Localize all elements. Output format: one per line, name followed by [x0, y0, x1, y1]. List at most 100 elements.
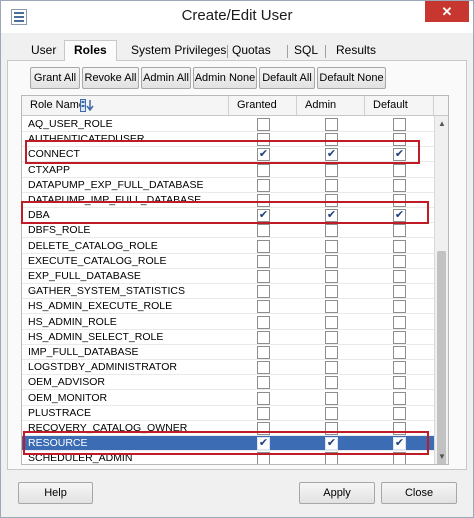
vertical-scrollbar[interactable]: ▲ ▼ — [434, 116, 448, 464]
default-checkbox[interactable] — [393, 346, 406, 359]
default-checkbox[interactable] — [393, 224, 406, 238]
tab-user[interactable]: User — [31, 43, 56, 60]
default-checkbox[interactable] — [393, 163, 406, 177]
tab-roles[interactable]: Roles — [64, 40, 117, 61]
admin-checkbox[interactable] — [325, 178, 338, 192]
scroll-up-arrow-icon[interactable]: ▲ — [435, 116, 448, 131]
admin-checkbox[interactable] — [325, 315, 338, 329]
granted-checkbox[interactable] — [257, 285, 270, 299]
admin-checkbox[interactable] — [325, 391, 338, 405]
admin-checkbox[interactable] — [325, 452, 338, 464]
granted-checkbox[interactable] — [257, 300, 270, 314]
admin-none-button[interactable]: Admin None — [193, 67, 257, 89]
grant-all-button[interactable]: Grant All — [30, 67, 80, 89]
admin-checkbox[interactable]: ✔ — [325, 148, 338, 162]
tab-results[interactable]: Results — [336, 43, 376, 60]
default-checkbox[interactable] — [393, 422, 406, 435]
admin-checkbox[interactable] — [325, 224, 338, 238]
default-checkbox[interactable] — [393, 361, 406, 375]
table-row[interactable]: OEM_ADVISOR — [22, 375, 434, 391]
table-row[interactable]: CTXAPP — [22, 163, 434, 178]
granted-checkbox[interactable] — [257, 178, 270, 192]
table-row[interactable]: GATHER_SYSTEM_STATISTICS — [22, 284, 434, 300]
window-close-button[interactable]: ✕ — [425, 1, 469, 22]
table-row[interactable]: HS_ADMIN_EXECUTE_ROLE — [22, 299, 434, 315]
admin-checkbox[interactable] — [325, 300, 338, 314]
granted-checkbox[interactable]: ✔ — [257, 437, 270, 451]
granted-checkbox[interactable] — [257, 406, 270, 420]
tab-system-privileges[interactable]: System Privileges — [131, 43, 226, 60]
admin-checkbox[interactable] — [325, 330, 338, 344]
table-row[interactable]: HS_ADMIN_SELECT_ROLE — [22, 330, 434, 345]
granted-checkbox[interactable]: ✔ — [257, 148, 270, 162]
default-checkbox[interactable] — [393, 285, 406, 299]
default-all-button[interactable]: Default All — [259, 67, 315, 89]
default-checkbox[interactable] — [393, 178, 406, 192]
granted-checkbox[interactable] — [257, 361, 270, 375]
admin-checkbox[interactable] — [325, 270, 338, 283]
granted-checkbox[interactable] — [257, 346, 270, 359]
help-button[interactable]: Help — [18, 482, 93, 504]
admin-checkbox[interactable] — [325, 422, 338, 435]
sort-icon[interactable] — [80, 99, 94, 112]
table-row[interactable]: OEM_MONITOR — [22, 391, 434, 406]
admin-checkbox[interactable] — [325, 133, 338, 147]
granted-checkbox[interactable] — [257, 270, 270, 283]
admin-checkbox[interactable] — [325, 376, 338, 390]
granted-checkbox[interactable]: ✔ — [257, 209, 270, 223]
default-checkbox[interactable] — [393, 315, 406, 329]
scrollbar-thumb[interactable] — [437, 251, 446, 464]
table-row[interactable]: RECOVERY_CATALOG_OWNER — [22, 421, 434, 436]
revoke-all-button[interactable]: Revoke All — [82, 67, 139, 89]
granted-checkbox[interactable] — [257, 239, 270, 253]
default-checkbox[interactable]: ✔ — [393, 437, 406, 451]
granted-checkbox[interactable] — [257, 330, 270, 344]
table-row[interactable]: HS_ADMIN_ROLE — [22, 315, 434, 330]
table-row[interactable]: AQ_USER_ROLE — [22, 117, 434, 132]
default-none-button[interactable]: Default None — [317, 67, 386, 89]
admin-checkbox[interactable] — [325, 285, 338, 299]
table-row[interactable]: DBFS_ROLE — [22, 223, 434, 239]
apply-button[interactable]: Apply — [299, 482, 375, 504]
table-row[interactable]: CONNECT ✔ ✔ ✔ — [22, 147, 434, 163]
default-checkbox[interactable] — [393, 330, 406, 344]
table-row[interactable]: RESOURCE ✔ ✔ ✔ — [22, 436, 434, 452]
table-row[interactable]: AUTHENTICATEDUSER — [22, 132, 434, 148]
granted-checkbox[interactable] — [257, 391, 270, 405]
table-row[interactable]: SCHEDULER_ADMIN — [22, 451, 434, 464]
table-row[interactable]: DATAPUMP_EXP_FULL_DATABASE — [22, 178, 434, 193]
default-checkbox[interactable]: ✔ — [393, 148, 406, 162]
admin-checkbox[interactable] — [325, 194, 338, 207]
default-checkbox[interactable] — [393, 194, 406, 207]
granted-checkbox[interactable] — [257, 254, 270, 268]
admin-all-button[interactable]: Admin All — [141, 67, 191, 89]
table-row[interactable]: EXECUTE_CATALOG_ROLE — [22, 254, 434, 269]
admin-checkbox[interactable] — [325, 346, 338, 359]
table-row[interactable]: LOGSTDBY_ADMINISTRATOR — [22, 360, 434, 376]
column-header-role-name[interactable]: Role Name — [22, 96, 229, 115]
table-row[interactable]: PLUSTRACE — [22, 406, 434, 421]
granted-checkbox[interactable] — [257, 133, 270, 147]
granted-checkbox[interactable] — [257, 194, 270, 207]
granted-checkbox[interactable] — [257, 422, 270, 435]
table-row[interactable]: EXP_FULL_DATABASE — [22, 269, 434, 284]
granted-checkbox[interactable] — [257, 163, 270, 177]
table-row[interactable]: DATAPUMP_IMP_FULL_DATABASE — [22, 193, 434, 208]
default-checkbox[interactable] — [393, 300, 406, 314]
default-checkbox[interactable] — [393, 270, 406, 283]
granted-checkbox[interactable] — [257, 118, 270, 131]
default-checkbox[interactable]: ✔ — [393, 209, 406, 223]
admin-checkbox[interactable] — [325, 361, 338, 375]
default-checkbox[interactable] — [393, 254, 406, 268]
tab-sql[interactable]: SQL — [294, 43, 318, 60]
default-checkbox[interactable] — [393, 376, 406, 390]
column-header-admin[interactable]: Admin — [297, 96, 365, 115]
admin-checkbox[interactable] — [325, 163, 338, 177]
default-checkbox[interactable] — [393, 452, 406, 464]
default-checkbox[interactable] — [393, 406, 406, 420]
tab-quotas[interactable]: Quotas — [232, 43, 271, 60]
default-checkbox[interactable] — [393, 133, 406, 147]
granted-checkbox[interactable] — [257, 224, 270, 238]
admin-checkbox[interactable]: ✔ — [325, 209, 338, 223]
column-header-default[interactable]: Default — [365, 96, 434, 115]
